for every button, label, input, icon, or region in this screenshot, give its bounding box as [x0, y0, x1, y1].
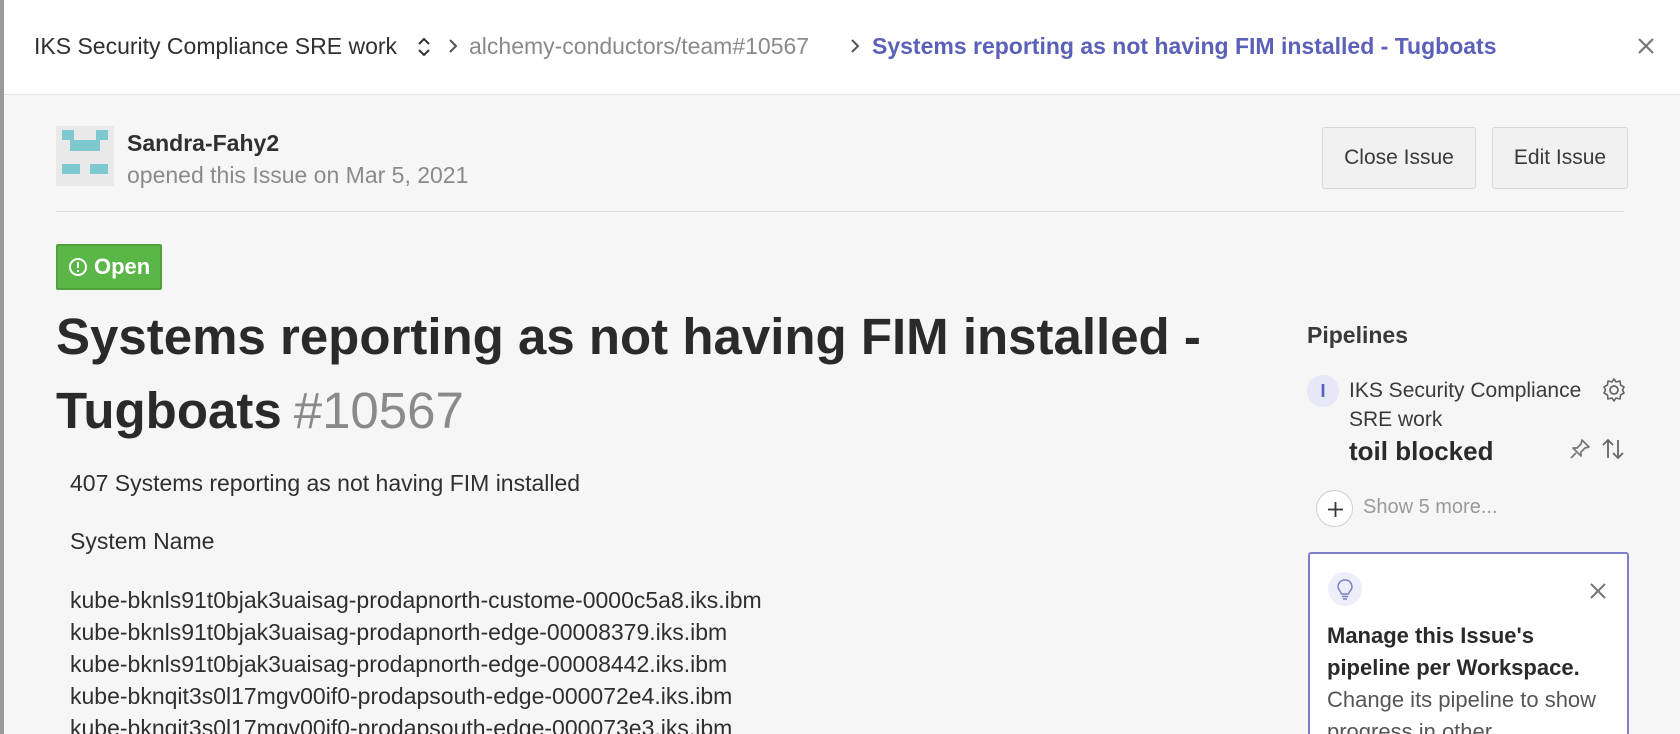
issue-number: #10567	[293, 382, 464, 439]
edit-issue-button[interactable]: Edit Issue	[1492, 127, 1628, 189]
gear-icon[interactable]	[1601, 377, 1627, 403]
pipelines-heading: Pipelines	[1307, 322, 1408, 348]
list-item: kube-bknls91t0bjak3uaisag-prodapnorth-ed…	[70, 651, 728, 677]
breadcrumb-current: Systems reporting as not having FIM inst…	[872, 33, 1497, 59]
close-icon[interactable]	[1634, 34, 1658, 58]
breadcrumb-repo[interactable]: alchemy-conductors/team#10567	[469, 32, 809, 60]
breadcrumb: IKS Security Compliance SRE work alchemy…	[4, 0, 1680, 95]
issue-title-text: Systems reporting as not having FIM inst…	[56, 308, 1201, 439]
close-icon[interactable]	[1589, 582, 1607, 600]
workspace-icon: I	[1307, 375, 1339, 407]
chevron-updown-icon[interactable]	[417, 36, 431, 58]
show-more-label: Show 5 more...	[1363, 496, 1498, 518]
status-label: Open	[94, 254, 151, 279]
pin-icon[interactable]	[1568, 437, 1592, 461]
breadcrumb-workspace[interactable]: IKS Security Compliance SRE work	[34, 32, 397, 60]
status-badge: Open	[56, 244, 162, 290]
list-item: kube-bknls91t0bjak3uaisag-prodapnorth-cu…	[70, 587, 762, 613]
page-title: Systems reporting as not having FIM inst…	[56, 300, 1236, 448]
issue-header: Sandra-Fahy2 opened this Issue on Mar 5,…	[56, 126, 1628, 212]
close-issue-button[interactable]: Close Issue	[1322, 127, 1476, 189]
pipeline-select[interactable]: toil blocked	[1349, 436, 1493, 467]
sort-arrows-icon[interactable]	[1600, 436, 1626, 462]
tip-title: Manage this Issue's pipeline per Workspa…	[1327, 623, 1580, 680]
system-name-label: System Name	[70, 528, 215, 554]
system-list: kube-bknls91t0bjak3uaisag-prodapnorth-cu…	[70, 586, 762, 734]
pipeline-workspace-name: IKS Security Compliance SRE work	[1349, 379, 1582, 431]
tip-body: Change its pipeline to show progress in …	[1327, 687, 1597, 734]
plus-icon	[1316, 490, 1353, 527]
list-item: kube-bknls91t0bjak3uaisag-prodapnorth-ed…	[70, 619, 728, 645]
chevron-right-icon	[851, 39, 860, 53]
opened-date: opened this Issue on Mar 5, 2021	[127, 162, 469, 188]
avatar	[56, 126, 114, 186]
chevron-right-icon	[449, 39, 458, 53]
lightbulb-icon	[1328, 572, 1362, 606]
issue-summary: 407 Systems reporting as not having FIM …	[70, 470, 581, 496]
pipeline-tip-card: Manage this Issue's pipeline per Workspa…	[1308, 552, 1629, 734]
author-name[interactable]: Sandra-Fahy2	[127, 130, 279, 157]
list-item: kube-bknqit3s0l17mgv00if0-prodapsouth-ed…	[70, 715, 733, 734]
alert-circle-icon	[69, 258, 87, 276]
list-item: kube-bknqit3s0l17mgv00if0-prodapsouth-ed…	[70, 683, 733, 709]
issue-modal: IKS Security Compliance SRE work alchemy…	[4, 0, 1680, 734]
